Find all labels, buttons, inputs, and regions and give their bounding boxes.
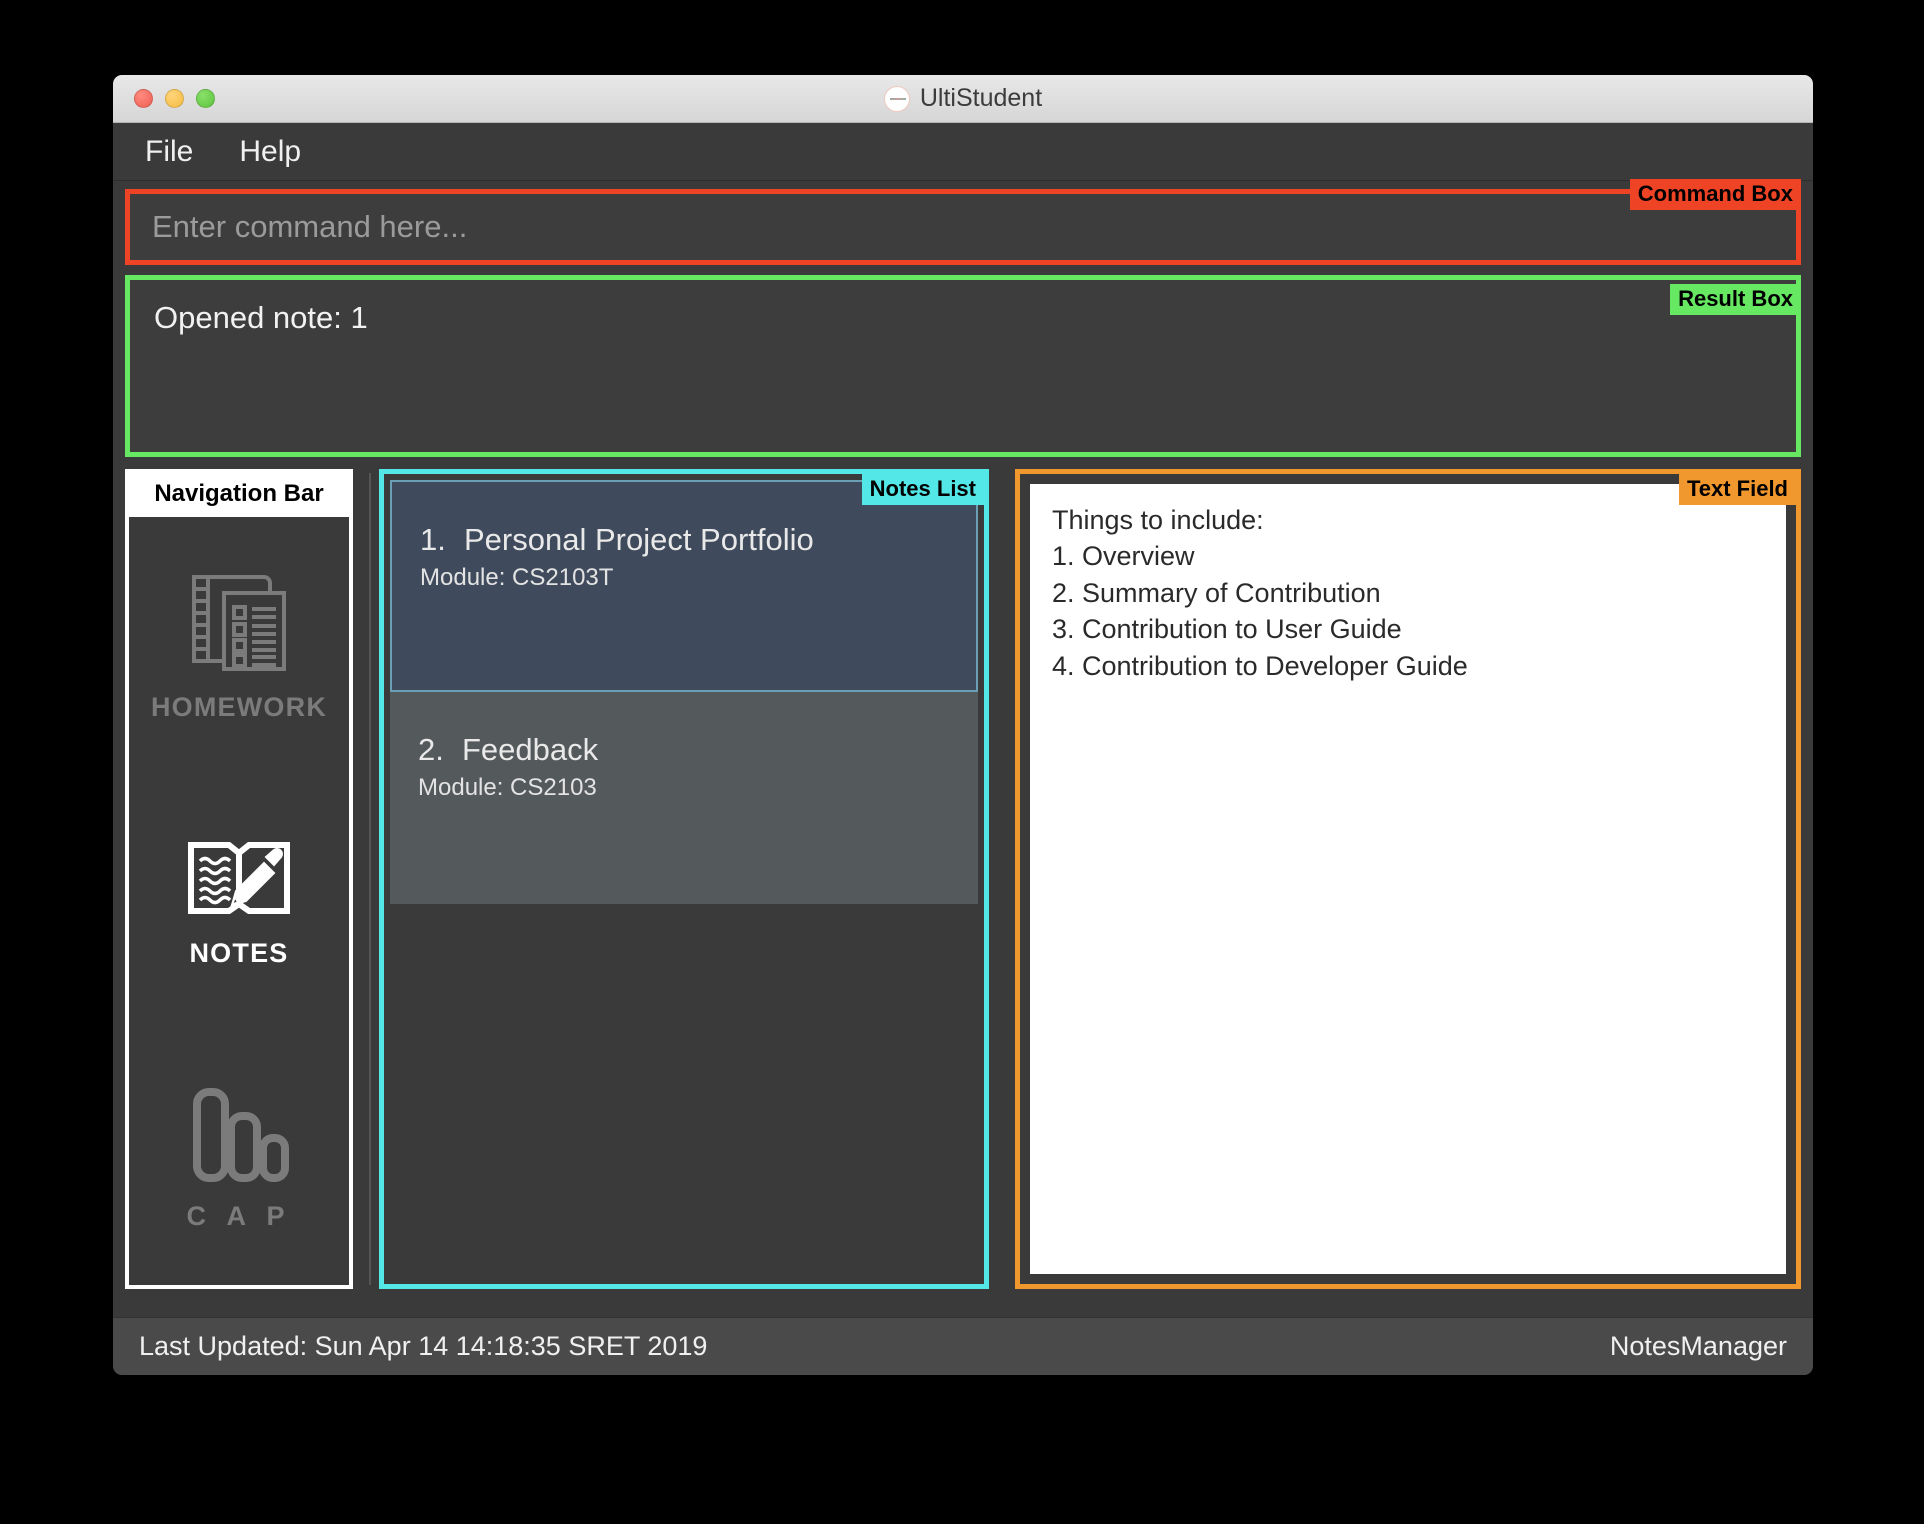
close-button[interactable]: [134, 89, 153, 108]
menu-item-help[interactable]: Help: [239, 135, 301, 169]
note-title: Feedback: [462, 732, 599, 767]
text-field-panel[interactable]: Things to include: 1. Overview 2. Summar…: [1015, 469, 1801, 1289]
command-box-region: Command Box: [125, 179, 1801, 265]
text-line: 4. Contribution to Developer Guide: [1052, 650, 1468, 681]
sidebar-item-label-homework: HOMEWORK: [150, 692, 328, 722]
sidebar-item-label-notes: NOTES: [189, 938, 289, 968]
menu-item-file[interactable]: File: [145, 135, 193, 169]
command-box-annotation-label: Command Box: [1629, 179, 1801, 211]
application-window: UltiStudent File Help Command Box Opened…: [113, 75, 1813, 1375]
list-item[interactable]: 2. Feedback Module: CS2103: [390, 692, 978, 904]
text-line: 2. Summary of Contribution: [1052, 577, 1381, 608]
sidebar-item-cap[interactable]: C A P: [129, 1029, 349, 1285]
navigation-bar-title: Navigation Bar: [129, 473, 349, 517]
cap-bar-chart-icon: [183, 1082, 295, 1193]
navigation-bar-items: HOMEWORK NOTES C A P: [129, 517, 349, 1285]
list-item[interactable]: 1. Personal Project Portfolio Module: CS2…: [390, 480, 978, 692]
title-center-group: UltiStudent: [113, 75, 1813, 122]
note-module: Module: CS2103T: [420, 564, 614, 591]
navigation-bar-panel: Navigation Bar HOMEWORK NOTES C A P: [125, 469, 353, 1289]
text-line: 1. Overview: [1052, 541, 1195, 572]
note-index: 2.: [418, 732, 444, 767]
result-text: Opened note: 1: [154, 300, 368, 335]
command-box[interactable]: [125, 189, 1801, 265]
text-field-annotation-label: Text Field: [1678, 474, 1796, 506]
sidebar-item-notes[interactable]: NOTES: [129, 773, 349, 1029]
note-title-row: 1. Personal Project Portfolio: [420, 522, 976, 558]
command-input[interactable]: [152, 209, 1632, 245]
minimize-button[interactable]: [165, 89, 184, 108]
sidebar-item-homework[interactable]: HOMEWORK: [129, 517, 349, 773]
window-controls: [134, 89, 215, 108]
result-box-annotation-label: Result Box: [1670, 284, 1801, 316]
app-logo-icon: [883, 85, 910, 112]
manager-name-text: NotesManager: [1609, 1331, 1787, 1361]
note-title-row: 2. Feedback: [418, 732, 978, 768]
homework-notepad-icon: [180, 567, 298, 684]
text-field-content[interactable]: Things to include: 1. Overview 2. Summar…: [1030, 484, 1786, 1274]
panel-divider: [369, 473, 371, 1285]
note-module: Module: CS2103: [418, 774, 597, 801]
notes-list-panel[interactable]: 1. Personal Project Portfolio Module: CS2…: [379, 469, 989, 1289]
text-line: 3. Contribution to User Guide: [1052, 614, 1402, 645]
notes-list-annotation-label: Notes List: [861, 474, 984, 506]
result-box-region: Opened note: 1 Result Box: [125, 275, 1801, 457]
main-content-row: Navigation Bar HOMEWORK NOTES C A P 1. P…: [125, 469, 1801, 1289]
notes-book-pen-icon: [183, 833, 295, 930]
window-title: UltiStudent: [919, 84, 1043, 112]
status-bar: Last Updated: Sun Apr 14 14:18:35 SRET 2…: [113, 1317, 1813, 1375]
maximize-button[interactable]: [196, 89, 215, 108]
menu-bar: File Help: [113, 123, 1813, 181]
note-title: Personal Project Portfolio: [464, 522, 814, 557]
title-bar: UltiStudent: [113, 75, 1813, 123]
result-box: Opened note: 1: [125, 275, 1801, 457]
sidebar-item-label-cap: C A P: [186, 1201, 292, 1231]
text-line: Things to include:: [1052, 505, 1264, 535]
last-updated-text: Last Updated: Sun Apr 14 14:18:35 SRET 2…: [139, 1331, 708, 1361]
note-index: 1.: [420, 522, 446, 557]
